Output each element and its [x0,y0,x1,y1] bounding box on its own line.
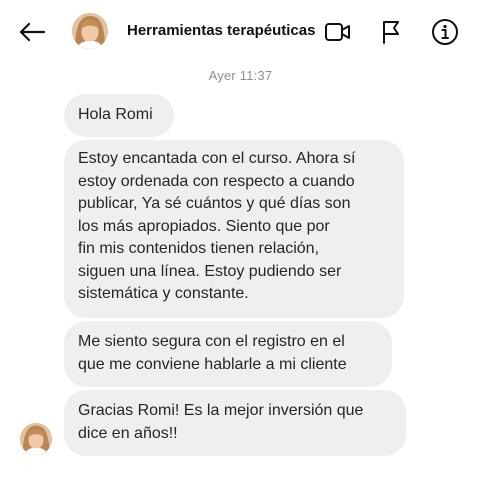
info-button[interactable] [429,16,461,48]
message-bubble[interactable]: Gracias Romi! Es la mejor inversión que … [64,390,406,456]
flag-icon [383,21,399,44]
back-button[interactable] [16,18,48,46]
sender-avatar[interactable] [20,423,52,455]
message-bubble[interactable]: Me siento segura con el registro en el q… [64,321,392,387]
message-bubble[interactable]: Estoy encantada con el curso. Ahora sí e… [64,140,404,318]
video-camera-icon [325,23,350,41]
chat-header: Herramientas terapéuticas [0,0,481,62]
conversation-title[interactable]: Herramientas terapéuticas [127,22,315,39]
report-button[interactable] [375,16,407,48]
arrow-left-icon [19,22,46,42]
video-call-button[interactable] [322,16,354,48]
message-timestamp: Ayer 11:37 [208,68,273,83]
contact-avatar[interactable] [72,13,108,49]
message-bubble[interactable]: Hola Romi [64,94,174,137]
info-icon [432,19,458,45]
